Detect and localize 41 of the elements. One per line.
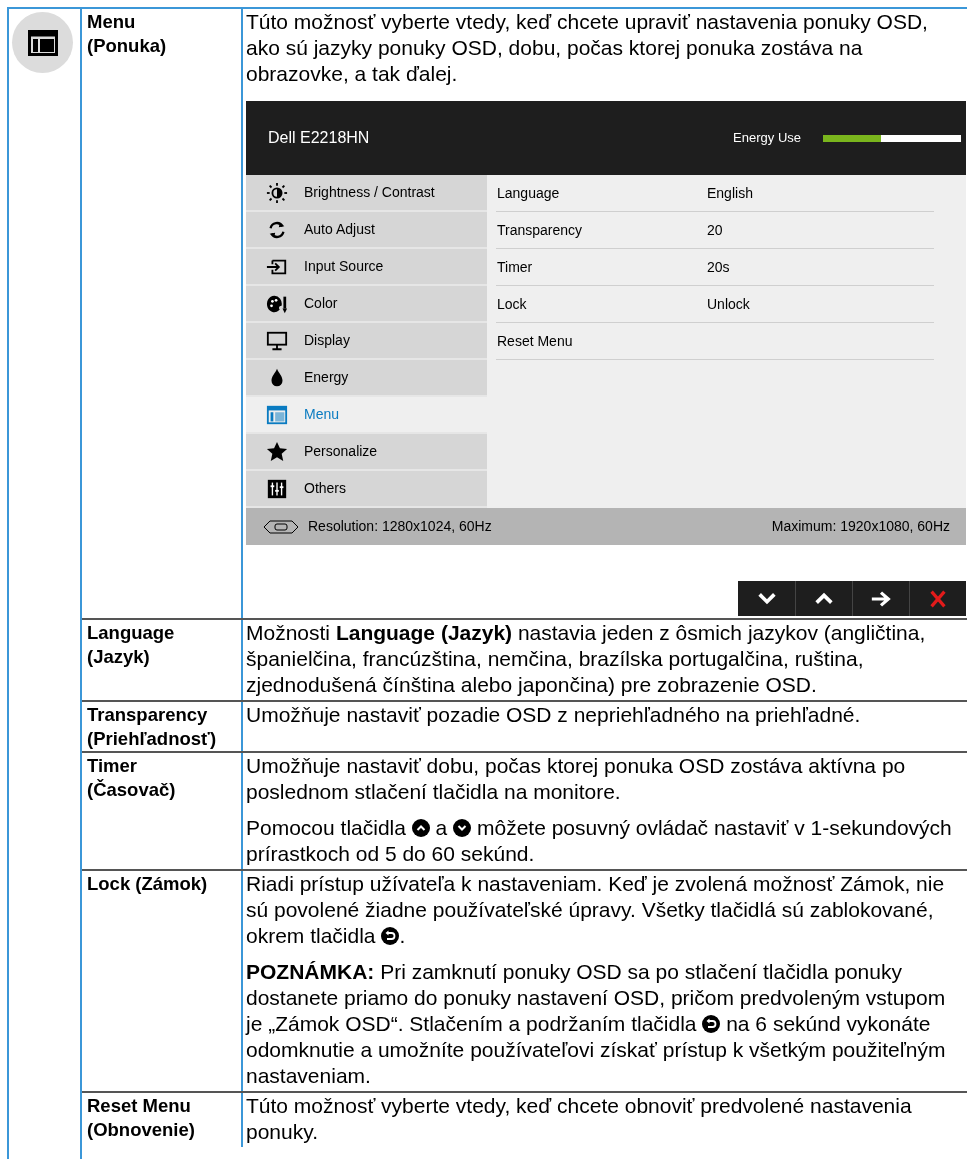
description-text: Pomocou tlačidla a môžete posuvný ovládač nastaviť v 1-sekundových prírastkoch od 5 do 60 sekúnd. [246, 815, 953, 867]
vga-connector-icon [262, 519, 300, 534]
description-text: Umožňuje nastaviť pozadie OSD z nepriehľadného na priehľadné. [246, 702, 862, 728]
row-heading: Timer (Časovač) [82, 753, 243, 869]
back-button-icon [381, 927, 400, 945]
osd-setting-row[interactable]: Transparency 20 [496, 212, 934, 249]
osd-menu-item[interactable]: Brightness / Contrast [246, 175, 487, 212]
description-text: Túto možnosť vyberte vtedy, keď chcete upraviť nastavenia ponuky OSD, ako sú jazyky ponuky OSD, dobu, počas ktorej ponuka zostáva na obrazovke, a tak ďalej. [246, 9, 929, 87]
row-heading: Lock (Zámok) [82, 871, 243, 1091]
osd-setting-row[interactable]: Lock Unlock [496, 286, 934, 323]
osd-menu-item[interactable]: Color [246, 286, 487, 323]
row-heading: Language (Jazyk) [82, 620, 243, 700]
osd-menu-item[interactable]: Auto Adjust [246, 212, 487, 249]
description-text: Umožňuje nastaviť dobu, počas ktorej ponuka OSD zostáva aktívna po poslednom stlačení tlačidla na monitore. [246, 753, 907, 805]
osd-setting-row[interactable]: Timer 20s [496, 249, 934, 286]
back-button-icon [702, 1015, 721, 1033]
sun-icon [266, 181, 288, 204]
osd-menu-item[interactable]: Input Source [246, 249, 487, 286]
monitor-icon [266, 329, 288, 352]
osd-menu-item[interactable]: Display [246, 323, 487, 360]
row-heading: Transparency (Priehľadnosť) [82, 702, 243, 751]
osd-setting-row[interactable]: Reset Menu [496, 323, 934, 360]
maximum-resolution-text: Maximum: 1920x1080, 60Hz [771, 517, 950, 536]
window-icon [266, 403, 288, 426]
osd-menu-item[interactable]: Energy [246, 360, 487, 397]
resolution-text: Resolution: 1280x1024, 60Hz [308, 517, 492, 536]
sliders-icon [266, 477, 288, 500]
osd-menu-item[interactable]: Others [246, 471, 487, 508]
row-heading: Menu (Ponuka) [82, 9, 243, 618]
osd-setting-row[interactable]: Language English [496, 175, 934, 212]
energy-use-label: Energy Use [733, 129, 801, 148]
model-name: Dell E2218HN [268, 128, 370, 148]
row-heading: Reset Menu (Obnovenie) [82, 1093, 243, 1147]
description-text: POZNÁMKA: Pri zamknutí ponuky OSD sa po stlačení tlačidla ponuky dostanete priamo do ponuky nastavení OSD, pričom predvoleným vstupom je „Zámok OSD“. Stlačením a podržaním tlačidla na 6 sekúnd vykonáte odomknutie a umožníte používateľovi získať prístup k všetkým použiteľným nastaveniam. [246, 959, 947, 1089]
osd-menu-item[interactable]: Personalize [246, 434, 487, 471]
description-text: Možnosti Language (Jazyk) nastavia jeden z ôsmich jazykov (angličtina, španielčina, francúzština, nemčina, brazílska portugalčina, ruština, zjednodušená čínština alebo japončina) pre zobrazenie OSD. [246, 620, 927, 698]
description-text: Túto možnosť vyberte vtedy, keď chcete obnoviť predvolené nastavenia ponuky. [246, 1093, 913, 1145]
star-icon [266, 440, 288, 463]
up-button-icon [411, 819, 430, 837]
down-button-icon [453, 819, 472, 837]
description-text: Riadi prístup užívateľa k nastaveniam. Keď je zvolená možnosť Zámok, nie sú povolené žiadne používateľské úpravy. Všetky tlačidlá sú zablokované, okrem tlačidla . [246, 871, 946, 949]
